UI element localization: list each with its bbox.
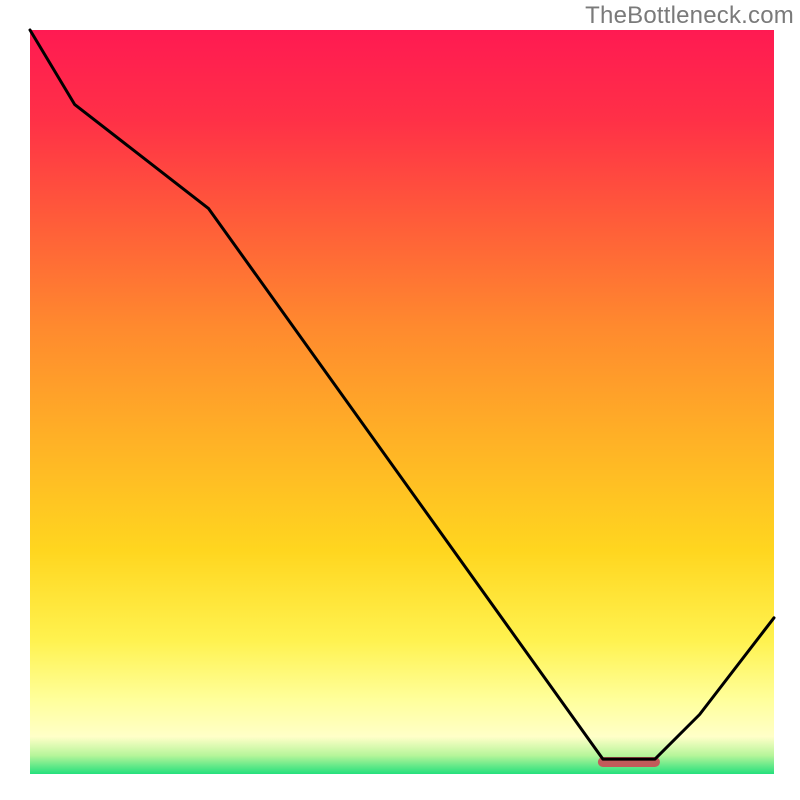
watermark-text: TheBottleneck.com (585, 2, 794, 30)
bottleneck-chart (0, 0, 800, 800)
plot-background (30, 30, 774, 774)
chart-container: { "watermark": "TheBottleneck.com", "cha… (0, 0, 800, 800)
